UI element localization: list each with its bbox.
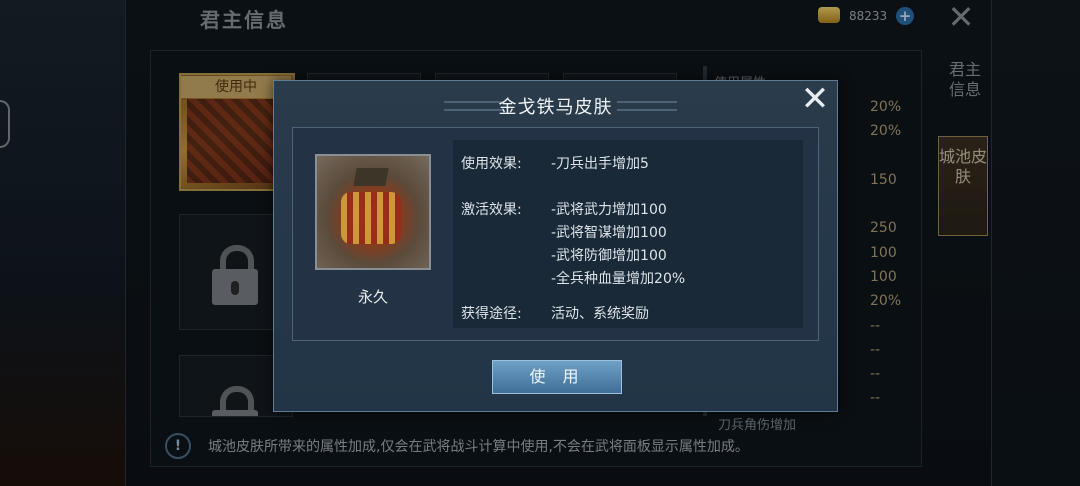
close-modal-button[interactable]: ✕ [799,82,831,116]
skin-info-box: 使用效果: -刀兵出手增加5 激活效果: -武将武力增加100 -武将智谋增加1… [453,140,803,328]
activate-effect-item: -武将智谋增加100 [551,225,667,241]
use-button[interactable]: 使 用 [492,360,622,394]
obtain-value: 活动、系统奖励 [551,306,649,322]
skin-duration: 永久 [357,288,388,306]
use-effect-label: 使用效果: [461,156,522,172]
skin-detail-box: 永久 使用效果: -刀兵出手增加5 激活效果: -武将武力增加100 -武将智谋… [292,127,819,341]
activate-effect-label: 激活效果: [461,202,522,218]
skin-preview-image [315,154,431,270]
activate-effect-item: -武将武力增加100 [551,202,667,218]
modal-title: 金戈铁马皮肤 [498,97,613,118]
use-effect-value: -刀兵出手增加5 [551,156,649,172]
activate-effect-item: -全兵种血量增加20% [551,271,686,287]
obtain-label: 获得途径: [461,306,522,322]
skin-detail-modal: 金戈铁马皮肤 ✕ 永久 使用效果: -刀兵出手增加5 激活效果: -武将武力增加… [273,80,838,412]
activate-effect-item: -武将防御增加100 [551,248,667,264]
